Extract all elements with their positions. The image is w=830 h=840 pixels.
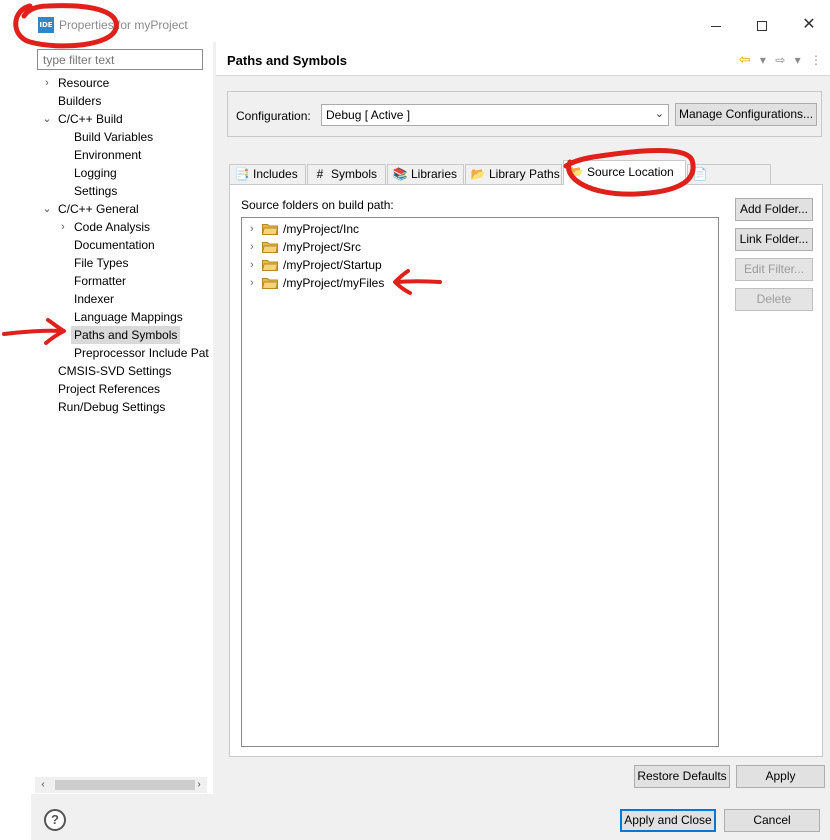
back-arrow-icon[interactable]: ⇦ — [739, 51, 751, 68]
maximize-icon — [757, 21, 767, 32]
chevron-right-icon[interactable]: › — [250, 238, 260, 256]
link-folder-button[interactable]: Link Folder... — [735, 228, 813, 251]
dialog-button-bar: ? Apply and Close Cancel — [31, 794, 830, 840]
edit-filter-button[interactable]: Edit Filter... — [735, 258, 813, 281]
minimize-icon — [711, 25, 721, 27]
scroll-left-arrow-icon[interactable]: ‹ — [35, 777, 51, 793]
chevron-right-icon[interactable]: › — [250, 256, 260, 274]
folder-icon — [262, 242, 278, 253]
folder-path: /myProject/myFiles — [283, 276, 385, 290]
tree-item-label: Settings — [74, 184, 118, 198]
tab-libraries[interactable]: 📚 Libraries — [387, 164, 464, 184]
tree-item-label: Project References — [58, 382, 161, 396]
window-title-bar: IDE Properties for myProject ✕ — [0, 0, 830, 48]
restore-defaults-button[interactable]: Restore Defaults — [634, 765, 730, 788]
chevron-down-icon[interactable]: ⌄ — [41, 110, 53, 128]
tree-item-label: Builders — [58, 94, 102, 108]
tree-item-label: Resource — [58, 76, 110, 90]
tree-item-label: C/C++ General — [58, 202, 139, 216]
configuration-label: Configuration: — [236, 109, 311, 123]
configuration-group: Configuration: Debug [ Active ] ⌄ Manage… — [227, 91, 822, 137]
chevron-right-icon[interactable]: › — [57, 218, 69, 236]
back-menu-chevron-icon[interactable]: ▾ — [760, 53, 766, 67]
add-folder-button[interactable]: Add Folder... — [735, 198, 813, 221]
chevron-right-icon[interactable]: › — [41, 74, 53, 92]
chevron-down-icon[interactable]: ⌄ — [41, 200, 53, 218]
filter-input[interactable] — [37, 49, 203, 70]
tab-symbols[interactable]: # Symbols — [307, 164, 386, 184]
tab-label: Symbols — [331, 167, 378, 181]
folder-path: /myProject/Inc — [283, 222, 360, 236]
chevron-right-icon[interactable]: › — [250, 220, 260, 238]
tree-item-label: Environment — [74, 148, 142, 162]
folder-path: /myProject/Src — [283, 240, 362, 254]
apply-and-close-button[interactable]: Apply and Close — [620, 809, 716, 832]
chevron-down-icon: ⌄ — [654, 108, 664, 120]
settings-tabs: 📑 Includes # Symbols 📚 Libraries 📂 Library Path… — [229, 160, 829, 199]
maximize-button[interactable] — [751, 14, 773, 36]
tab-source-location[interactable]: 📂 Source Location — [563, 160, 686, 185]
minimize-button[interactable] — [705, 14, 727, 36]
page-header: Paths and Symbols ⇦ ▾ ⇨ ▾ ⋮ — [216, 42, 830, 76]
property-pages-pane: › Resource Builders ⌄ C/C++ Build Build Varia… — [31, 42, 213, 794]
help-icon[interactable]: ? — [44, 809, 66, 831]
chevron-right-icon[interactable]: › — [250, 274, 260, 292]
library-paths-icon: 📂 — [470, 167, 486, 181]
apply-button[interactable]: Apply — [736, 765, 825, 788]
source-location-panel: Source folders on build path: › /myProjec… — [229, 184, 823, 757]
source-folder-list[interactable]: › /myProject/Inc › /myProject/Src › /myProjec… — [241, 217, 719, 747]
source-folder-icon: 📂 — [568, 165, 584, 179]
tree-item-label: Code Analysis — [74, 220, 151, 234]
scrollbar-thumb[interactable] — [55, 780, 195, 790]
view-menu-icon[interactable]: ⋮ — [810, 53, 822, 67]
tree-item-label: Documentation — [74, 238, 155, 252]
tree-item-label: C/C++ Build — [58, 112, 123, 126]
properties-page: Paths and Symbols ⇦ ▾ ⇨ ▾ ⋮ Configuratio… — [216, 42, 830, 794]
tree-item-label: Logging — [74, 166, 117, 180]
tree-item-label: Formatter — [74, 274, 127, 288]
includes-icon: 📑 — [234, 167, 250, 181]
folder-icon — [262, 224, 278, 235]
page-title: Paths and Symbols — [227, 53, 347, 68]
tree-item-label: Language Mappings — [74, 310, 183, 324]
forward-menu-chevron-icon[interactable]: ▾ — [795, 53, 801, 67]
tree-item-label: Run/Debug Settings — [58, 400, 166, 414]
tree-item-label: Build Variables — [74, 130, 154, 144]
cancel-button[interactable]: Cancel — [724, 809, 820, 832]
horizontal-scrollbar[interactable]: ‹ › — [35, 777, 207, 793]
tab-label: Libraries — [411, 167, 458, 181]
delete-button[interactable]: Delete — [735, 288, 813, 311]
folder-icon — [262, 260, 278, 271]
tab-references[interactable]: 📄References — [687, 164, 771, 199]
close-button[interactable]: ✕ — [798, 14, 820, 36]
window-title: Properties for myProject — [59, 18, 188, 32]
references-icon: 📄 — [692, 167, 708, 181]
tree-item-label: Preprocessor Include Pat — [74, 346, 209, 360]
libraries-icon: 📚 — [392, 167, 408, 181]
forward-arrow-icon[interactable]: ⇨ — [775, 53, 785, 67]
tab-library-paths[interactable]: 📂 Library Paths — [465, 164, 562, 184]
folder-icon — [262, 278, 278, 289]
tab-label: Library Paths — [489, 167, 560, 181]
tab-label: Includes — [253, 167, 298, 181]
configuration-select[interactable]: Debug [ Active ] ⌄ — [321, 104, 669, 126]
folder-path: /myProject/Startup — [283, 258, 382, 272]
hash-icon: # — [316, 167, 324, 181]
tree-item-label: Paths and Symbols — [71, 326, 181, 344]
tab-includes[interactable]: 📑 Includes — [229, 164, 306, 184]
configuration-value: Debug [ Active ] — [326, 108, 411, 122]
tab-label: Source Location — [587, 165, 674, 179]
tree-item-label: File Types — [74, 256, 129, 270]
manage-configurations-button[interactable]: Manage Configurations... — [675, 103, 817, 126]
source-folders-label: Source folders on build path: — [241, 198, 394, 212]
page-navigation: ⇦ ▾ ⇨ ▾ ⋮ — [733, 51, 822, 68]
tree-item-label: Indexer — [74, 292, 115, 306]
scroll-right-arrow-icon[interactable]: › — [191, 777, 207, 793]
tree-item-label: CMSIS-SVD Settings — [58, 364, 172, 378]
ide-app-icon: IDE — [38, 17, 54, 33]
